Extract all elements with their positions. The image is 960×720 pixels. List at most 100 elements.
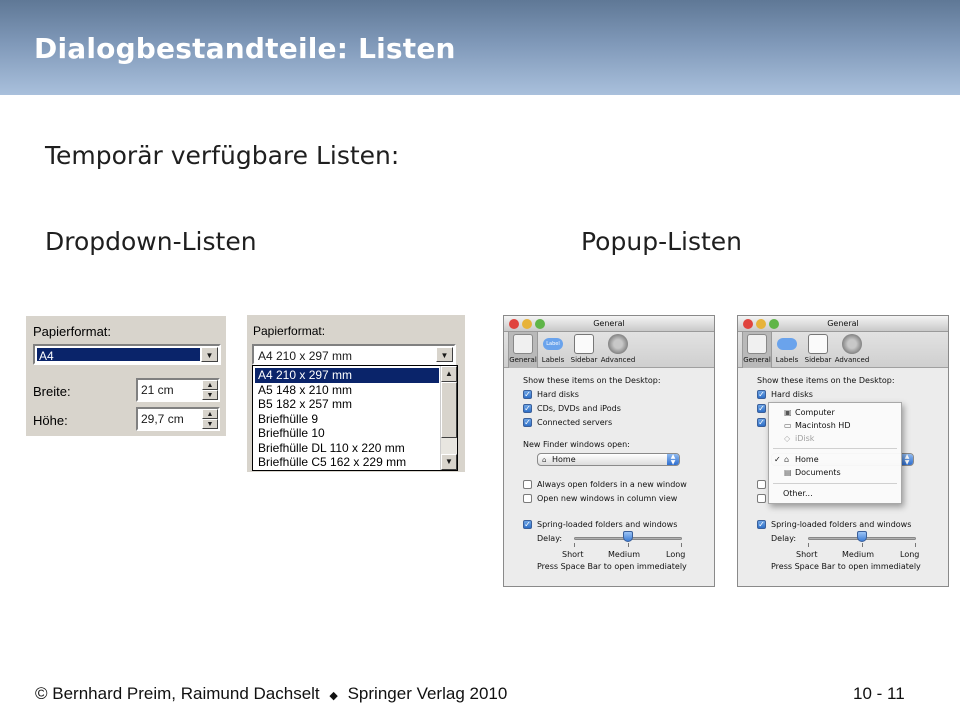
popup-heading: Popup-Listen bbox=[581, 227, 743, 256]
list-item[interactable]: Briefhülle 10 bbox=[255, 426, 439, 441]
checkbox-column-view[interactable] bbox=[757, 494, 766, 503]
slider-label-short: Short bbox=[796, 550, 818, 559]
dropdown-open-dialog: Papierformat: A4 210 x 297 mm ▼ A4 210 x… bbox=[247, 315, 465, 472]
slide-header: Dialogbestandteile: Listen bbox=[0, 0, 960, 95]
sidebar-icon bbox=[574, 334, 594, 354]
checkbox-label: Hard disks bbox=[537, 390, 579, 399]
list-item[interactable]: Briefhülle DL 110 x 220 mm bbox=[255, 441, 439, 456]
checkbox-servers[interactable]: ✓ bbox=[757, 418, 766, 427]
menu-item-idisk: ◇ iDisk bbox=[784, 434, 815, 443]
slide-title: Dialogbestandteile: Listen bbox=[34, 32, 456, 65]
checkbox-spring-loaded[interactable]: ✓ bbox=[757, 520, 766, 529]
tab-sidebar[interactable]: Sidebar bbox=[566, 334, 602, 364]
checkmark-icon: ✓ bbox=[774, 455, 781, 464]
checkbox-servers[interactable]: ✓ bbox=[523, 418, 532, 427]
paper-format-combo[interactable]: A4 210 x 297 mm ▼ bbox=[252, 344, 456, 365]
diamond-icon: ◆ bbox=[329, 690, 338, 702]
mac-prefs-window: General General Label Labels Sidebar Adv… bbox=[503, 315, 715, 587]
gear-icon bbox=[608, 334, 628, 354]
slider-label-short: Short bbox=[562, 550, 584, 559]
list-item[interactable]: A4 210 x 297 mm bbox=[255, 368, 439, 383]
intro-text: Temporär verfügbare Listen: bbox=[45, 141, 400, 170]
checkbox-label: Spring-loaded folders and windows bbox=[537, 520, 678, 529]
dropdown-arrow-icon[interactable]: ▼ bbox=[201, 347, 218, 362]
list-item[interactable]: A5 148 x 210 mm bbox=[255, 383, 439, 398]
spin-up-icon[interactable]: ▲ bbox=[202, 380, 218, 390]
label-icon: Label bbox=[543, 338, 563, 350]
paper-format-combo[interactable]: A4 ▼ bbox=[33, 344, 221, 365]
dropdown-arrow-icon[interactable]: ▼ bbox=[436, 347, 453, 362]
menu-item-computer[interactable]: ▣ Computer bbox=[769, 406, 901, 419]
tab-advanced[interactable]: Advanced bbox=[834, 334, 870, 364]
checkbox-hard-disks[interactable]: ✓ bbox=[523, 390, 532, 399]
desktop-heading: Show these items on the Desktop: bbox=[757, 376, 895, 385]
paper-format-listbox[interactable]: A4 210 x 297 mm A5 148 x 210 mm B5 182 x 2… bbox=[252, 365, 458, 471]
label-icon bbox=[777, 338, 797, 350]
hint-text: Press Space Bar to open immediately bbox=[537, 562, 687, 571]
checkbox-column-view[interactable] bbox=[523, 494, 532, 503]
width-value: 21 cm bbox=[141, 383, 174, 397]
menu-separator bbox=[773, 483, 897, 484]
tab-sidebar[interactable]: Sidebar bbox=[800, 334, 836, 364]
general-icon bbox=[747, 334, 767, 354]
delay-label: Delay: bbox=[771, 534, 797, 543]
checkbox-cds[interactable]: ✓ bbox=[757, 404, 766, 413]
list-item[interactable]: Briefhülle C5 162 x 229 mm bbox=[255, 455, 439, 470]
general-icon bbox=[513, 334, 533, 354]
checkbox-hard-disks[interactable]: ✓ bbox=[757, 390, 766, 399]
paper-format-label: Papierformat: bbox=[253, 324, 326, 338]
list-scrollbar[interactable]: ▲ ▼ bbox=[440, 366, 457, 470]
checkbox-cds[interactable]: ✓ bbox=[523, 404, 532, 413]
window-title: General bbox=[593, 319, 625, 328]
slider-thumb[interactable] bbox=[857, 531, 867, 542]
finder-popup-button[interactable]: ⌂ Home ▲ ▼ bbox=[537, 453, 680, 466]
dropdown-closed-dialog: Papierformat: A4 ▼ Breite: 21 cm ▲ ▼ Höh… bbox=[26, 316, 226, 436]
idisk-icon: ◇ bbox=[784, 434, 791, 443]
home-icon: ⌂ bbox=[784, 455, 790, 464]
popup-value: Home bbox=[552, 455, 576, 464]
page-number: 10 - 11 bbox=[853, 684, 905, 703]
menu-item-other[interactable]: Other... bbox=[769, 487, 901, 500]
scroll-up-icon[interactable]: ▲ bbox=[441, 366, 457, 382]
slider-label-medium: Medium bbox=[842, 550, 874, 559]
finder-popup-menu: ▣ Computer ▭ Macintosh HD ◇ iDisk ✓ ⌂ Ho… bbox=[768, 402, 902, 504]
sidebar-icon bbox=[808, 334, 828, 354]
checkbox-spring-loaded[interactable]: ✓ bbox=[523, 520, 532, 529]
slider-thumb[interactable] bbox=[623, 531, 633, 542]
hint-text: Press Space Bar to open immediately bbox=[771, 562, 921, 571]
desktop-heading: Show these items on the Desktop: bbox=[523, 376, 661, 385]
list-item[interactable]: B5 182 x 257 mm bbox=[255, 397, 439, 412]
updown-arrows-icon: ▲ ▼ bbox=[667, 454, 679, 466]
footer-copyright: © Bernhard Preim, Raimund Dachselt ◆ Spr… bbox=[35, 684, 508, 703]
menu-item-macintosh-hd[interactable]: ▭ Macintosh HD bbox=[769, 419, 901, 432]
checkbox-always-open[interactable] bbox=[757, 480, 766, 489]
tab-advanced[interactable]: Advanced bbox=[600, 334, 636, 364]
window-title: General bbox=[827, 319, 859, 328]
spin-down-icon[interactable]: ▼ bbox=[202, 390, 218, 400]
spin-down-icon[interactable]: ▼ bbox=[202, 419, 218, 429]
height-value: 29,7 cm bbox=[141, 412, 184, 426]
list-item[interactable]: Briefhülle 9 bbox=[255, 412, 439, 427]
scroll-down-icon[interactable]: ▼ bbox=[441, 454, 457, 470]
checkbox-label: Always open folders in a new window bbox=[537, 480, 687, 489]
height-spinner[interactable]: 29,7 cm ▲ ▼ bbox=[136, 407, 220, 431]
menu-separator bbox=[773, 448, 897, 449]
menu-item-documents[interactable]: ▤ Documents bbox=[769, 466, 901, 479]
spin-up-icon[interactable]: ▲ bbox=[202, 409, 218, 419]
dropdown-heading: Dropdown-Listen bbox=[45, 227, 257, 256]
checkbox-label: Hard disks bbox=[771, 390, 813, 399]
updown-arrows-icon: ▲ ▼ bbox=[901, 454, 913, 466]
home-icon: ⌂ bbox=[542, 456, 547, 464]
menu-item-home[interactable]: ✓ ⌂ Home bbox=[769, 453, 901, 466]
checkbox-label: CDs, DVDs and iPods bbox=[537, 404, 621, 413]
width-spinner[interactable]: 21 cm ▲ ▼ bbox=[136, 378, 220, 402]
gear-icon bbox=[842, 334, 862, 354]
checkbox-always-open[interactable] bbox=[523, 480, 532, 489]
mac-prefs-window-open-popup: General General Labels Sidebar Advanced … bbox=[737, 315, 949, 587]
checkbox-label: Open new windows in column view bbox=[537, 494, 678, 503]
width-label: Breite: bbox=[33, 384, 71, 399]
height-label: Höhe: bbox=[33, 413, 68, 428]
checkbox-label: Spring-loaded folders and windows bbox=[771, 520, 912, 529]
scroll-thumb[interactable] bbox=[441, 382, 457, 438]
checkbox-label: Connected servers bbox=[537, 418, 613, 427]
